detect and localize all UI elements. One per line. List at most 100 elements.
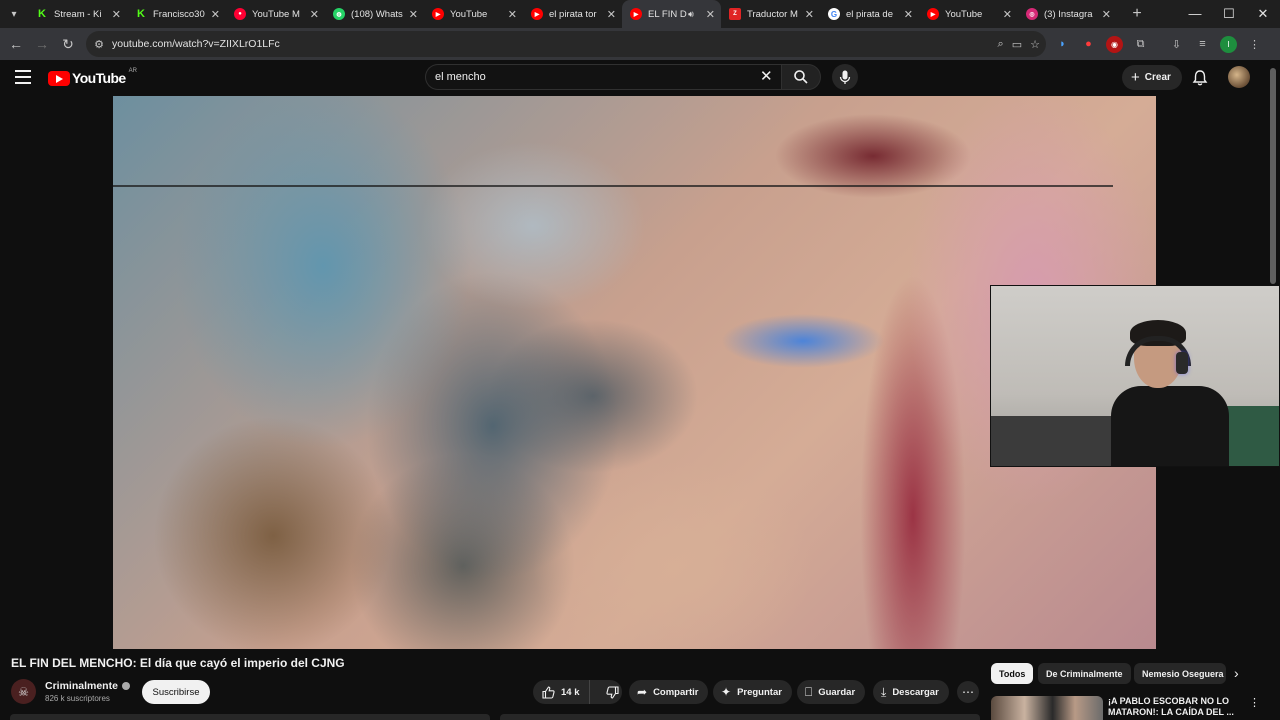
chip-topic[interactable]: Nemesio Oseguera bbox=[1134, 663, 1226, 684]
channel-name[interactable]: Criminalmente bbox=[45, 680, 130, 692]
close-tab-icon[interactable]: ✕ bbox=[508, 8, 517, 21]
download-icon[interactable]: ⇩ bbox=[1168, 36, 1185, 53]
recommendation-menu-icon[interactable]: ⋮ bbox=[1249, 696, 1260, 709]
browser-tab[interactable]: ▶ YouTube ✕ bbox=[919, 0, 1018, 28]
tab-search-icon[interactable]: ▾ bbox=[0, 0, 28, 28]
hamburger-menu-icon[interactable] bbox=[15, 70, 31, 84]
search-input[interactable]: el mencho bbox=[425, 64, 781, 90]
browser-tab[interactable]: ▶ EL FIN D 🔊︎ ✕ bbox=[622, 0, 721, 28]
thumbs-down-icon bbox=[605, 685, 619, 699]
chevron-right-icon[interactable]: › bbox=[1234, 665, 1239, 681]
close-tab-icon[interactable]: ✕ bbox=[310, 8, 319, 21]
close-tab-icon[interactable]: ✕ bbox=[1102, 8, 1111, 21]
close-tab-icon[interactable]: ✕ bbox=[409, 8, 418, 21]
close-tab-icon[interactable]: ✕ bbox=[706, 8, 715, 21]
more-actions-icon[interactable]: ⋯ bbox=[957, 681, 979, 703]
minimize-icon[interactable]: — bbox=[1178, 0, 1212, 28]
address-bar[interactable]: ⚙ youtube.com/watch?v=ZIIXLrO1LFc ⌕ ▭ ☆ bbox=[86, 31, 1046, 57]
browser-menu-icon[interactable]: ⋮ bbox=[1246, 36, 1263, 53]
translator-icon: Z bbox=[729, 8, 741, 20]
webcam-overlay bbox=[990, 285, 1280, 467]
comments-box[interactable] bbox=[500, 714, 980, 720]
browser-tab[interactable]: ◎ (3) Instagra ✕ bbox=[1018, 0, 1117, 28]
share-button[interactable]: ➦ Compartir bbox=[629, 680, 709, 704]
tab-title: EL FIN D bbox=[648, 8, 687, 20]
voice-search-button[interactable] bbox=[832, 64, 858, 90]
share-icon: ➦ bbox=[637, 685, 648, 699]
dislike-button[interactable] bbox=[596, 680, 619, 704]
maximize-icon[interactable]: ☐ bbox=[1212, 0, 1246, 28]
ask-label: Preguntar bbox=[737, 686, 782, 698]
browser-toolbar: ← → ↻ ⚙ youtube.com/watch?v=ZIIXLrO1LFc … bbox=[0, 28, 1280, 60]
download-label: Descargar bbox=[892, 686, 939, 698]
window-controls: — ☐ ✕ bbox=[1178, 0, 1280, 28]
clear-search-icon[interactable]: ✕ bbox=[760, 68, 773, 86]
save-button[interactable]: ⎕ Guardar bbox=[797, 680, 866, 704]
youtube-icon: ▶ bbox=[927, 8, 939, 20]
microphone-icon bbox=[839, 70, 851, 84]
extensions-puzzle-icon[interactable]: ⧉ bbox=[1132, 36, 1149, 53]
channel-avatar[interactable]: ☠ bbox=[11, 679, 36, 704]
browser-tab[interactable]: Gel pirata de ✕ bbox=[820, 0, 919, 28]
download-button[interactable]: ⤓ Descargar bbox=[873, 680, 949, 704]
chip-all[interactable]: Todos bbox=[991, 663, 1034, 684]
chip-from-channel[interactable]: De Criminalmente bbox=[1038, 663, 1131, 684]
search-button[interactable] bbox=[781, 64, 821, 90]
browser-tab[interactable]: ● YouTube M ✕ bbox=[226, 0, 325, 28]
logo-text: YouTube bbox=[72, 70, 126, 86]
channel-name-text[interactable]: Criminalmente bbox=[45, 680, 118, 692]
browser-tab[interactable]: ▶ el pirata tor ✕ bbox=[523, 0, 622, 28]
create-button[interactable]: + Crear bbox=[1122, 65, 1182, 90]
profile-icon[interactable]: I bbox=[1220, 35, 1237, 53]
tab-title: YouTube bbox=[945, 8, 983, 20]
whatsapp-icon: ◍ bbox=[333, 8, 345, 20]
like-button[interactable]: 14 k bbox=[533, 680, 590, 704]
youtube-logo[interactable]: YouTube AR bbox=[48, 68, 137, 86]
notifications-bell-icon[interactable] bbox=[1191, 69, 1209, 87]
browser-tab[interactable]: K Stream - Ki ✕ bbox=[28, 0, 127, 28]
site-info-icon[interactable]: ⚙ bbox=[86, 38, 112, 51]
zoom-icon[interactable]: ⌕ bbox=[998, 38, 1004, 51]
new-tab-icon[interactable]: + bbox=[1125, 5, 1149, 23]
save-label: Guardar bbox=[818, 686, 856, 698]
recommendation-thumbnail[interactable] bbox=[991, 696, 1103, 720]
url-text[interactable]: youtube.com/watch?v=ZIIXLrO1LFc bbox=[112, 38, 280, 50]
extensions-area: ◗ ● ◉ ⧉ ⇩ ≡ I ⋮ bbox=[1054, 28, 1263, 60]
subscribe-button[interactable]: Suscribirse bbox=[142, 680, 210, 704]
record-extension-icon[interactable]: ◉ bbox=[1106, 35, 1123, 53]
bookmark-star-icon[interactable]: ☆ bbox=[1030, 38, 1040, 51]
reload-icon[interactable]: ↻ bbox=[55, 36, 81, 53]
browser-tab[interactable]: K Francisco30 ✕ bbox=[127, 0, 226, 28]
forward-icon[interactable]: → bbox=[29, 36, 55, 52]
tab-title: (3) Instagra bbox=[1044, 8, 1093, 20]
plus-icon: + bbox=[1131, 69, 1140, 86]
media-control-icon[interactable]: ≡ bbox=[1194, 36, 1211, 53]
close-window-icon[interactable]: ✕ bbox=[1246, 0, 1280, 28]
create-label: Crear bbox=[1144, 72, 1171, 83]
speaker-icon[interactable]: 🔊︎ bbox=[688, 9, 694, 20]
translate-extension-icon[interactable]: ◗ bbox=[1054, 36, 1071, 53]
browser-tab[interactable]: ▶ YouTube ✕ bbox=[424, 0, 523, 28]
close-tab-icon[interactable]: ✕ bbox=[607, 8, 616, 21]
close-tab-icon[interactable]: ✕ bbox=[1003, 8, 1012, 21]
description-box[interactable] bbox=[10, 714, 490, 720]
ask-button[interactable]: ✦ Preguntar bbox=[713, 680, 792, 704]
close-tab-icon[interactable]: ✕ bbox=[211, 8, 220, 21]
browser-tab[interactable]: ◍ (108) Whats ✕ bbox=[325, 0, 424, 28]
cast-icon[interactable]: ▭ bbox=[1012, 38, 1022, 51]
close-tab-icon[interactable]: ✕ bbox=[904, 8, 913, 21]
adblock-extension-icon[interactable]: ● bbox=[1080, 36, 1097, 53]
back-icon[interactable]: ← bbox=[3, 36, 29, 52]
page-scrollbar[interactable] bbox=[1270, 68, 1276, 284]
share-label: Compartir bbox=[653, 686, 699, 698]
close-tab-icon[interactable]: ✕ bbox=[112, 8, 121, 21]
youtube-icon: ▶ bbox=[630, 8, 642, 20]
recommendation-title[interactable]: ¡A PABLO ESCOBAR NO LO MATARON!: LA CAÍD… bbox=[1108, 696, 1236, 718]
tab-title: YouTube bbox=[450, 8, 488, 20]
browser-tab[interactable]: Z Traductor M ✕ bbox=[721, 0, 820, 28]
account-avatar[interactable] bbox=[1228, 66, 1250, 88]
video-title: EL FIN DEL MENCHO: El día que cayó el im… bbox=[11, 656, 345, 670]
close-tab-icon[interactable]: ✕ bbox=[805, 8, 814, 21]
webcam-person-body bbox=[1111, 386, 1229, 466]
youtube-play-icon bbox=[48, 70, 70, 86]
